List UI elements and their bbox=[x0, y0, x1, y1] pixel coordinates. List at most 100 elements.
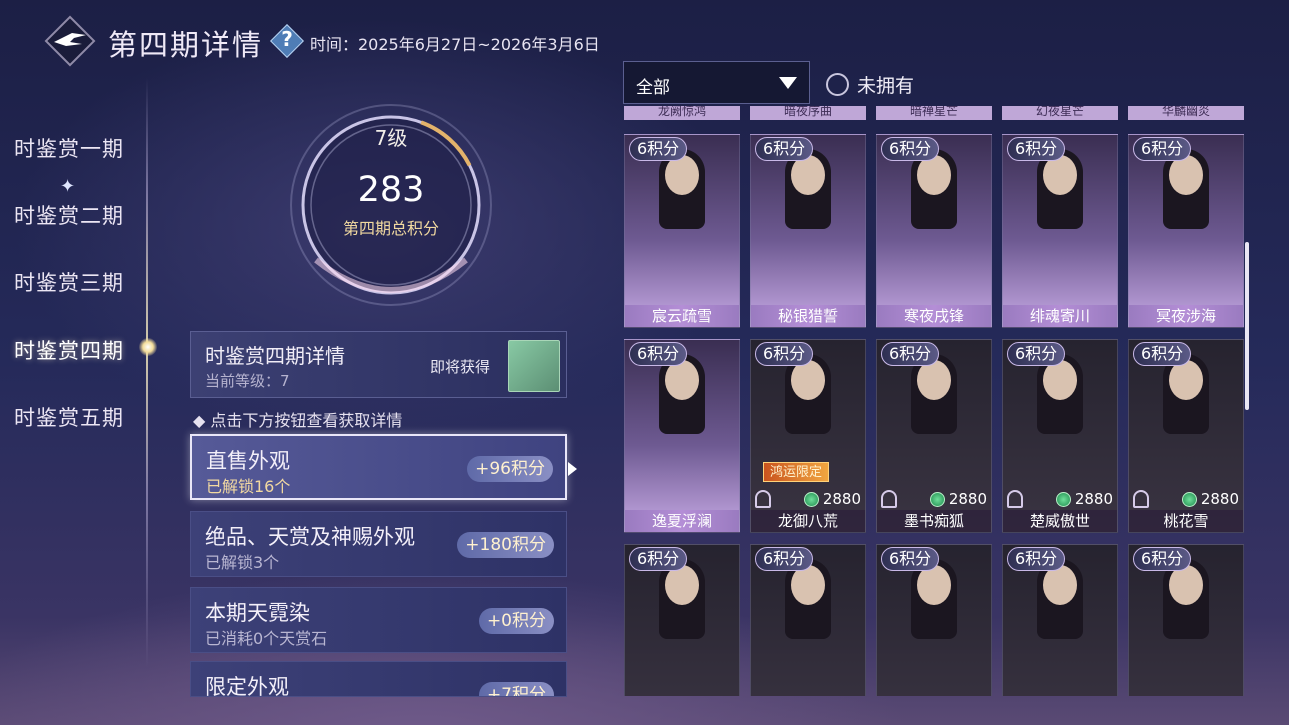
costume-name: 寒夜戌锋 bbox=[877, 305, 991, 327]
points-badge: 6积分 bbox=[629, 137, 688, 161]
hint-text: ◆ 点击下方按钮查看获取详情 bbox=[193, 411, 403, 430]
points-badge: 6积分 bbox=[755, 342, 814, 366]
category-title: 本期天霓染 bbox=[205, 601, 310, 625]
category-limited[interactable]: 限定外观 +7积分 bbox=[190, 661, 567, 697]
points-badge: 6积分 bbox=[755, 137, 814, 161]
character-face bbox=[1169, 155, 1203, 195]
nav-item-period-3[interactable]: 时鉴赏三期 bbox=[14, 267, 124, 297]
costume-card[interactable]: 6积分 鸿运限定 2880 龙御八荒 bbox=[750, 339, 866, 533]
points-badge: 6积分 bbox=[881, 137, 940, 161]
price-value: 2880 bbox=[1074, 490, 1113, 508]
points-badge: 6积分 bbox=[755, 547, 814, 571]
event-period: 时间：2025年6月27日~2026年3月6日 bbox=[310, 35, 600, 54]
price-value: 2880 bbox=[822, 490, 861, 508]
points-badge: 6积分 bbox=[1133, 342, 1192, 366]
points-badge: 6积分 bbox=[1133, 547, 1192, 571]
level-label: 7级 bbox=[374, 126, 408, 150]
costume-card[interactable]: 6积分 2880 桃花雪 bbox=[1128, 339, 1244, 533]
lock-icon bbox=[881, 490, 897, 508]
sparkle-icon: ✦ bbox=[60, 176, 76, 197]
costume-name-partial: 暗夜序曲 bbox=[750, 106, 866, 120]
costume-card[interactable]: 6积分 bbox=[1002, 544, 1118, 696]
costume-card[interactable]: 6积分 宸云疏雪 bbox=[624, 134, 740, 328]
character-face bbox=[917, 565, 951, 605]
costume-name-partial: 暗禅星芒 bbox=[876, 106, 992, 120]
character-face bbox=[917, 360, 951, 400]
points-badge: 6积分 bbox=[629, 342, 688, 366]
filter-selected-value: 全部 bbox=[636, 78, 670, 98]
category-dye[interactable]: 本期天霓染 已消耗0个天赏石 +0积分 bbox=[190, 587, 567, 653]
nav-item-period-1[interactable]: 时鉴赏一期 bbox=[14, 133, 124, 163]
nav-divider bbox=[146, 78, 148, 668]
character-face bbox=[791, 565, 825, 605]
costume-name: 逸夏浮澜 bbox=[625, 510, 739, 532]
costume-name: 龙御八荒 bbox=[751, 510, 865, 532]
costume-card[interactable]: 6积分 bbox=[876, 544, 992, 696]
costume-card[interactable]: 6积分 bbox=[1128, 544, 1244, 696]
costume-card[interactable]: 6积分 秘银猎誓 bbox=[750, 134, 866, 328]
costume-card[interactable]: 6积分 2880 墨书痴狐 bbox=[876, 339, 992, 533]
character-face bbox=[665, 565, 699, 605]
lock-icon bbox=[1007, 490, 1023, 508]
character-face bbox=[1169, 565, 1203, 605]
category-subtitle: 已消耗0个天赏石 bbox=[205, 629, 328, 648]
upcoming-reward-label: 即将获得 bbox=[430, 358, 491, 376]
category-points-badge: +96积分 bbox=[467, 456, 553, 482]
lock-icon bbox=[755, 490, 771, 508]
scrollbar[interactable] bbox=[1245, 242, 1249, 410]
costume-card[interactable]: 6积分 bbox=[750, 544, 866, 696]
filter-dropdown[interactable]: 全部 bbox=[623, 61, 810, 104]
costume-name: 楚威傲世 bbox=[1003, 510, 1117, 532]
total-points-label: 第四期总积分 bbox=[342, 219, 439, 238]
current-level: 当前等级：7 bbox=[205, 372, 290, 390]
category-points-badge: +180积分 bbox=[457, 532, 554, 558]
character-face bbox=[665, 360, 699, 400]
period-detail-panel[interactable]: 时鉴赏四期详情 当前等级：7 即将获得 bbox=[190, 331, 567, 398]
not-owned-label: 未拥有 bbox=[857, 75, 915, 97]
nav-active-indicator bbox=[139, 338, 157, 356]
back-button[interactable] bbox=[44, 15, 96, 67]
question-icon[interactable]: ? bbox=[270, 24, 304, 58]
back-arrow-icon bbox=[54, 33, 86, 46]
character-face bbox=[791, 155, 825, 195]
category-title: 绝品、天赏及神赐外观 bbox=[205, 525, 415, 549]
costume-name: 冥夜涉海 bbox=[1129, 305, 1243, 327]
category-direct-sale[interactable]: 直售外观 已解锁16个 +96积分 bbox=[190, 434, 567, 500]
points-badge: 6积分 bbox=[881, 342, 940, 366]
costume-name-partial: 幻夜星芒 bbox=[1002, 106, 1118, 120]
character-face bbox=[1043, 565, 1077, 605]
category-premium[interactable]: 绝品、天赏及神赐外观 已解锁3个 +180积分 bbox=[190, 511, 567, 577]
character-face bbox=[917, 155, 951, 195]
points-badge: 6积分 bbox=[1007, 137, 1066, 161]
costume-card[interactable]: 6积分逸夏浮澜 bbox=[624, 339, 740, 533]
costume-card[interactable]: 6积分 绯魂寄川 bbox=[1002, 134, 1118, 328]
category-subtitle: 已解锁16个 bbox=[206, 477, 291, 496]
reward-item-icon[interactable] bbox=[508, 340, 560, 392]
not-owned-toggle[interactable]: 未拥有 bbox=[826, 71, 914, 98]
costume-card[interactable]: 6积分 2880 楚威傲世 bbox=[1002, 339, 1118, 533]
costume-name: 桃花雪 bbox=[1129, 510, 1243, 532]
page-title: 第四期详情 bbox=[108, 28, 264, 62]
price: 2880 bbox=[1181, 490, 1239, 508]
character-face bbox=[1043, 155, 1077, 195]
jade-coin-icon bbox=[929, 491, 945, 507]
price: 2880 bbox=[929, 490, 987, 508]
nav-item-period-4[interactable]: 时鉴赏四期 bbox=[14, 335, 124, 365]
points-badge: 6积分 bbox=[1007, 342, 1066, 366]
jade-coin-icon bbox=[803, 491, 819, 507]
jade-coin-icon bbox=[1181, 491, 1197, 507]
category-subtitle: 已解锁3个 bbox=[205, 553, 280, 572]
category-title: 限定外观 bbox=[205, 675, 289, 697]
costume-card[interactable]: 6积分冥夜涉海 bbox=[1128, 134, 1244, 328]
character-face bbox=[1043, 360, 1077, 400]
costume-card[interactable]: 6积分 bbox=[624, 544, 740, 696]
costume-name-partial: 华麟幽炎 bbox=[1128, 106, 1244, 120]
points-badge: 6积分 bbox=[629, 547, 688, 571]
nav-item-period-5[interactable]: 时鉴赏五期 bbox=[14, 402, 124, 432]
category-title: 直售外观 bbox=[206, 449, 290, 473]
points-badge: 6积分 bbox=[881, 547, 940, 571]
costume-grid[interactable]: 龙阙惊鸿 暗夜序曲 暗禅星芒 幻夜星芒 华麟幽炎 6积分 宸云疏雪 6积分 秘银猎誓 6积分 寒夜戌… bbox=[620, 106, 1250, 696]
costume-card[interactable]: 6积分寒夜戌锋 bbox=[876, 134, 992, 328]
points-badge: 6积分 bbox=[1133, 137, 1192, 161]
nav-item-period-2[interactable]: 时鉴赏二期 bbox=[14, 200, 124, 230]
